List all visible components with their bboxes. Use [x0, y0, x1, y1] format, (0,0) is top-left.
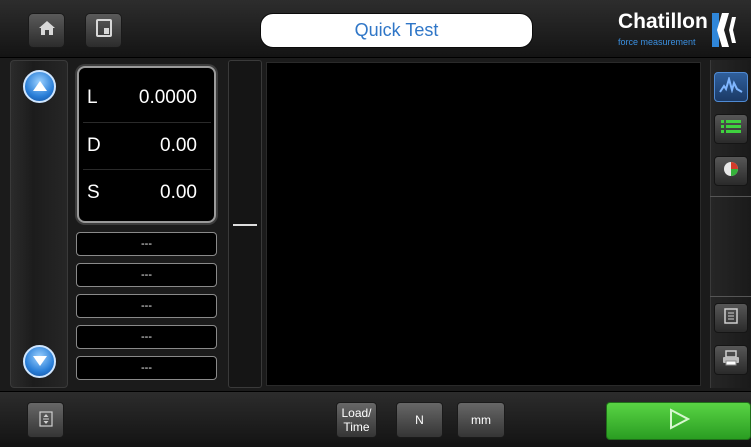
- readout-label: S: [87, 182, 100, 203]
- home-button[interactable]: [28, 13, 65, 48]
- save-button[interactable]: [85, 13, 122, 48]
- toolbar-divider: [710, 296, 751, 297]
- graph-icon: [719, 74, 743, 98]
- print-icon: [722, 349, 740, 371]
- readout-row-distance: D 0.00: [83, 122, 211, 169]
- scroll-down-button[interactable]: [23, 345, 56, 378]
- readout-panel[interactable]: L 0.0000 D 0.00 S 0.00: [77, 66, 216, 223]
- chatillon-logo: Chatillon force measurement: [602, 7, 747, 53]
- force-unit-button[interactable]: N: [396, 402, 443, 438]
- load-time-label: Time: [343, 420, 370, 434]
- graph-area[interactable]: [266, 62, 701, 386]
- readout-value: 0.00: [160, 135, 197, 156]
- scroll-up-button[interactable]: [23, 70, 56, 103]
- result-slot[interactable]: ---: [76, 294, 217, 318]
- list-icon: [721, 119, 741, 139]
- start-test-button[interactable]: [606, 402, 751, 440]
- logo-mark-icon: [712, 13, 736, 47]
- settings-icon: [38, 410, 53, 430]
- result-slot[interactable]: ---: [76, 232, 217, 256]
- load-time-label: Load/: [341, 406, 372, 420]
- distance-unit-button[interactable]: mm: [457, 402, 505, 438]
- statistics-view-button[interactable]: [714, 156, 748, 186]
- view-toolbar: [710, 60, 751, 388]
- readout-label: L: [87, 87, 98, 108]
- readout-row-s: S 0.00: [83, 169, 211, 216]
- load-time-button[interactable]: Load/ Time: [336, 402, 377, 438]
- scroll-column: [10, 60, 68, 388]
- pie-chart-icon: [722, 160, 740, 183]
- result-slot[interactable]: ---: [76, 263, 217, 287]
- print-button[interactable]: [714, 345, 748, 375]
- list-view-button[interactable]: [714, 114, 748, 144]
- result-slot[interactable]: ---: [76, 356, 217, 380]
- brand-name: Chatillon: [618, 10, 708, 33]
- play-icon: [668, 407, 690, 435]
- axis-marker: [233, 224, 257, 226]
- readout-value: 0.00: [160, 182, 197, 203]
- readout-value: 0.0000: [138, 87, 197, 108]
- report-icon: [724, 307, 738, 329]
- home-icon: [38, 20, 56, 41]
- page-title: Quick Test: [260, 13, 533, 48]
- toolbar-divider: [710, 196, 751, 197]
- save-icon: [95, 19, 112, 42]
- scroll-up-icon: [32, 78, 47, 96]
- brand-tagline: force measurement: [618, 37, 696, 47]
- readout-row-length: L 0.0000: [83, 75, 211, 121]
- report-button[interactable]: [714, 303, 748, 333]
- settings-button[interactable]: [27, 402, 64, 438]
- readout-label: D: [87, 135, 101, 156]
- result-slot[interactable]: ---: [76, 325, 217, 349]
- graph-view-button[interactable]: [714, 72, 748, 102]
- scroll-down-icon: [32, 353, 47, 371]
